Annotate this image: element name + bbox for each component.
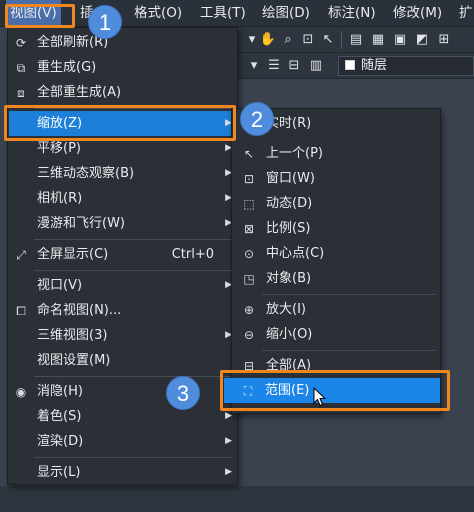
status-area: [0, 486, 474, 512]
regen-icon: ⧉: [16, 61, 26, 75]
menu-item-zoom-previous[interactable]: ↖ 上一个(P): [233, 141, 439, 166]
menu-item-shade[interactable]: 着色(S) ▶: [9, 404, 236, 429]
menu-item-display[interactable]: 显示(L) ▶: [9, 460, 236, 485]
menu-item-regen-all[interactable]: ⧈ 全部重生成(A): [9, 80, 236, 105]
properties-icon[interactable]: ▤: [346, 30, 366, 50]
menu-item-regen-all-refresh[interactable]: ⟳ 全部刷新(R): [9, 30, 236, 55]
menu-divider: [34, 270, 233, 271]
menu-item-named-views[interactable]: ⧠ 命名视图(N)...: [9, 298, 236, 323]
sheet-set-icon[interactable]: ◩: [412, 30, 432, 50]
zoom-dynamic-icon: ⬚: [243, 197, 255, 211]
design-center-icon[interactable]: ▦: [368, 30, 388, 50]
menu-item-camera[interactable]: 相机(R) ▶: [9, 186, 236, 211]
menu-divider: [34, 239, 233, 240]
menu-tools[interactable]: 工具(T): [200, 0, 246, 27]
zoom-scale-icon: ⊠: [243, 222, 255, 236]
menu-item-3d-orbit[interactable]: 三维动态观察(B) ▶: [9, 161, 236, 186]
zoom-submenu: ⌕ 实时(R) ↖ 上一个(P) ⊡ 窗口(W) ⬚ 动态(D) ⊠ 比例(S)…: [224, 108, 441, 414]
menu-item-zoom-dynamic[interactable]: ⬚ 动态(D): [233, 191, 439, 216]
color-select-value: 随层: [361, 58, 388, 73]
zoom-in-icon: ⊕: [243, 303, 255, 317]
color-select[interactable]: 随层: [338, 56, 474, 76]
menu-item-walk-fly[interactable]: 漫游和飞行(W) ▶: [9, 211, 236, 236]
menu-item-fullscreen[interactable]: ⤢ 全屏显示(C) Ctrl+0: [9, 242, 236, 267]
toolbar-divider: [341, 31, 342, 49]
menu-divider: [34, 376, 233, 377]
menu-item-viewports[interactable]: 视口(V) ▶: [9, 273, 236, 298]
menu-modify[interactable]: 修改(M): [393, 0, 442, 27]
menu-item-zoom-scale[interactable]: ⊠ 比例(S): [233, 216, 439, 241]
mouse-cursor-icon: [313, 387, 327, 407]
zoom-window-icon[interactable]: ⊡: [298, 30, 318, 50]
menu-item-zoom-object[interactable]: ◳ 对象(B): [233, 266, 439, 291]
menu-extend[interactable]: 扩: [459, 0, 473, 27]
menu-dimension[interactable]: 标注(N): [328, 0, 376, 27]
menu-item-3d-views[interactable]: 三维视图(3) ▶: [9, 323, 236, 348]
pan-hand-icon[interactable]: ✋: [258, 30, 278, 50]
menu-item-view-settings[interactable]: 视图设置(M): [9, 348, 236, 373]
submenu-arrow-icon: ▶: [225, 436, 232, 446]
highlight-ring-zoom-item: [4, 105, 236, 141]
highlight-ring-view-menu: [5, 4, 75, 28]
standard-toolbar: ▾ ✋ ⌕ ⊡ ↖ ▤ ▦ ▣ ◩ ⊞: [238, 27, 474, 53]
layer-states-icon[interactable]: ☰: [264, 56, 284, 76]
menu-divider: [34, 457, 233, 458]
menu-item-render[interactable]: 渲染(D) ▶: [9, 429, 236, 454]
step-badge-1: 1: [88, 5, 122, 39]
menu-item-regen[interactable]: ⧉ 重生成(G): [9, 55, 236, 80]
dropdown-arrow-icon[interactable]: ▾: [244, 56, 264, 76]
menu-draw[interactable]: 绘图(D): [262, 0, 310, 27]
color-swatch-icon: [345, 60, 355, 70]
regen-all-icon: ⧈: [17, 86, 25, 100]
menu-item-hide[interactable]: ◉ 消隐(H): [9, 379, 236, 404]
view-menu: ⟳ 全部刷新(R) ⧉ 重生成(G) ⧈ 全部重生成(A) 缩放(Z) ▶ 平移…: [7, 27, 238, 485]
step-badge-3: 3: [166, 376, 200, 410]
layer-match-icon[interactable]: ▥: [306, 56, 326, 76]
menu-item-zoom-in[interactable]: ⊕ 放大(I): [233, 297, 439, 322]
menu-divider: [262, 350, 436, 351]
step-badge-2: 2: [240, 102, 274, 136]
refresh-icon: ⟳: [15, 36, 27, 50]
zoom-previous-icon: ↖: [243, 147, 255, 161]
zoom-previous-icon[interactable]: ↖: [318, 30, 338, 50]
layer-previous-icon[interactable]: ⊟: [284, 56, 304, 76]
hide-icon: ◉: [15, 385, 27, 399]
menu-format[interactable]: 格式(O): [134, 0, 182, 27]
menu-divider: [262, 294, 436, 295]
zoom-realtime-icon[interactable]: ⌕: [278, 30, 298, 50]
zoom-window-icon: ⊡: [243, 172, 255, 186]
layers-toolbar: ▾ ☰ ⊟ ▥ 随层: [238, 53, 474, 79]
fullscreen-icon: ⤢: [16, 248, 26, 262]
zoom-object-icon: ◳: [243, 272, 255, 286]
menu-item-zoom-center[interactable]: ⊙ 中心点(C): [233, 241, 439, 266]
highlight-ring-extents-item: [220, 370, 450, 411]
menu-item-zoom-out[interactable]: ⊖ 缩小(O): [233, 322, 439, 347]
markup-icon[interactable]: ⊞: [434, 30, 454, 50]
named-views-icon: ⧠: [16, 304, 26, 318]
tool-palette-icon[interactable]: ▣: [390, 30, 410, 50]
submenu-arrow-icon: ▶: [225, 467, 232, 477]
menu-item-zoom-window[interactable]: ⊡ 窗口(W): [233, 166, 439, 191]
zoom-center-icon: ⊙: [243, 247, 255, 261]
zoom-out-icon: ⊖: [243, 328, 255, 342]
